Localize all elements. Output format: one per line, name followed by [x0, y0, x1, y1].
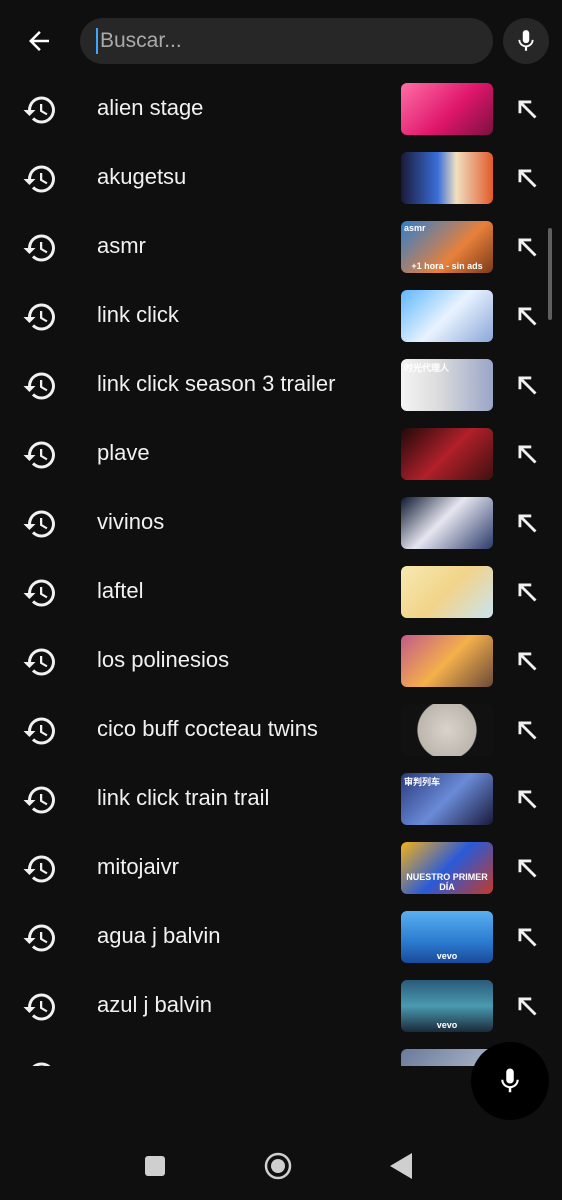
thumbnail-caption: vevo	[436, 951, 458, 961]
thumbnail-caption: vevo	[436, 1020, 458, 1030]
arrow-up-left-icon[interactable]	[510, 368, 544, 402]
arrow-up-left-icon[interactable]	[510, 851, 544, 885]
arrow-left-icon	[29, 31, 49, 51]
suggestion-row[interactable]: cico buff cocteau twins	[0, 697, 562, 766]
suggestion-thumbnail	[401, 83, 493, 135]
suggestion-row[interactable]: link click	[0, 283, 562, 352]
search-top-bar	[0, 0, 562, 84]
thumbnail-caption: NUESTRO PRIMER DÍA	[406, 872, 488, 892]
history-clock-icon	[22, 437, 58, 473]
thumbnail-text: 时光代理人	[404, 363, 450, 373]
suggestion-label: mitojaivr	[97, 854, 179, 879]
suggestion-label: link click train trail	[97, 785, 270, 810]
suggestion-label: cico buff cocteau twins	[97, 716, 318, 741]
suggestion-label: azul j balvin	[97, 992, 212, 1017]
history-clock-icon	[22, 92, 58, 128]
microphone-icon	[501, 1068, 519, 1093]
history-clock-icon	[22, 920, 58, 956]
history-clock-icon	[22, 851, 58, 887]
suggestion-label: akugetsu	[97, 164, 187, 189]
thumbnail-caption: +1 hora - sin ads	[411, 261, 483, 271]
suggestion-thumbnail: NUESTRO PRIMER DÍA	[401, 842, 493, 894]
suggestion-label: asmr	[97, 233, 146, 258]
arrow-up-left-icon[interactable]	[510, 989, 544, 1023]
history-clock-icon	[22, 575, 58, 611]
history-clock-icon	[22, 989, 58, 1025]
arrow-up-left-icon[interactable]	[510, 161, 544, 195]
suggestion-row[interactable]: laftel	[0, 559, 562, 628]
suggestion-row[interactable]: azul j balvin vevo	[0, 973, 562, 1042]
history-clock-icon	[22, 368, 58, 404]
arrow-up-left-icon[interactable]	[510, 644, 544, 678]
suggestion-thumbnail	[401, 290, 493, 342]
suggestion-label: laftel	[97, 578, 144, 603]
suggestion-thumbnail	[401, 704, 493, 756]
history-clock-icon	[22, 506, 58, 542]
suggestion-thumbnail	[401, 566, 493, 618]
suggestion-label: plave	[97, 440, 150, 465]
suggestion-thumbnail	[401, 635, 493, 687]
suggestion-thumbnail: vevo	[401, 980, 493, 1032]
history-clock-icon	[22, 1058, 58, 1066]
home-button[interactable]	[264, 1152, 292, 1180]
suggestion-label: link click	[97, 302, 179, 327]
suggestion-label: alien stage	[97, 95, 204, 120]
thumbnail-text: 审判列车	[404, 777, 441, 787]
suggestion-row[interactable]: link click train trail 审判列车	[0, 766, 562, 835]
suggestion-thumbnail: asmr +1 hora - sin ads	[401, 221, 493, 273]
scrollbar[interactable]	[548, 228, 552, 320]
search-input[interactable]	[96, 28, 472, 54]
suggestion-row[interactable]: akugetsu	[0, 145, 562, 214]
suggestion-label: vivinos	[97, 509, 165, 534]
suggestion-label: los polinesios	[97, 647, 230, 672]
suggestion-thumbnail	[401, 497, 493, 549]
suggestion-row[interactable]: los polinesios	[0, 628, 562, 697]
suggestion-thumbnail	[401, 152, 493, 204]
back-button[interactable]	[14, 18, 64, 64]
system-back-button[interactable]	[390, 1153, 412, 1179]
arrow-up-left-icon[interactable]	[510, 92, 544, 126]
search-suggestions-list: alien stage akugetsu asmr asmr +1 hora - sin…	[0, 76, 562, 1066]
history-clock-icon	[22, 230, 58, 266]
floating-voice-search-button[interactable]	[471, 1042, 549, 1120]
history-clock-icon	[22, 782, 58, 818]
history-clock-icon	[22, 713, 58, 749]
suggestion-label: agua j balvin	[97, 923, 221, 948]
suggestion-row[interactable]: alien stage	[0, 76, 562, 145]
history-clock-icon	[22, 644, 58, 680]
search-field[interactable]	[80, 18, 493, 64]
suggestion-label: link click season 3 trailer	[97, 371, 336, 396]
arrow-up-left-icon[interactable]	[510, 782, 544, 816]
voice-search-button[interactable]	[503, 18, 549, 64]
arrow-up-left-icon[interactable]	[510, 299, 544, 333]
suggestion-row[interactable]: link click season 3 trailer 时光代理人	[0, 352, 562, 421]
suggestion-row[interactable]: agua j balvin vevo	[0, 904, 562, 973]
arrow-up-left-icon[interactable]	[510, 506, 544, 540]
suggestion-thumbnail: vevo	[401, 911, 493, 963]
youtube-search-screen: alien stage akugetsu asmr asmr +1 hora - sin…	[0, 0, 562, 1200]
suggestion-row[interactable]: mitojaivr NUESTRO PRIMER DÍA	[0, 835, 562, 904]
arrow-up-left-icon[interactable]	[510, 920, 544, 954]
recents-button[interactable]	[145, 1156, 165, 1176]
android-navigation-bar	[0, 1130, 562, 1200]
suggestion-row[interactable]: plave	[0, 421, 562, 490]
suggestion-thumbnail: 审判列车	[401, 773, 493, 825]
suggestion-row[interactable]: asmr asmr +1 hora - sin ads	[0, 214, 562, 283]
arrow-up-left-icon[interactable]	[510, 575, 544, 609]
microphone-icon	[518, 30, 534, 51]
arrow-up-left-icon[interactable]	[510, 230, 544, 264]
history-clock-icon	[22, 299, 58, 335]
suggestion-thumbnail	[401, 428, 493, 480]
arrow-up-left-icon[interactable]	[510, 437, 544, 471]
history-clock-icon	[22, 161, 58, 197]
arrow-up-left-icon[interactable]	[510, 713, 544, 747]
suggestion-thumbnail: 时光代理人	[401, 359, 493, 411]
thumbnail-text: asmr	[404, 223, 426, 233]
suggestion-row[interactable]: vivinos	[0, 490, 562, 559]
